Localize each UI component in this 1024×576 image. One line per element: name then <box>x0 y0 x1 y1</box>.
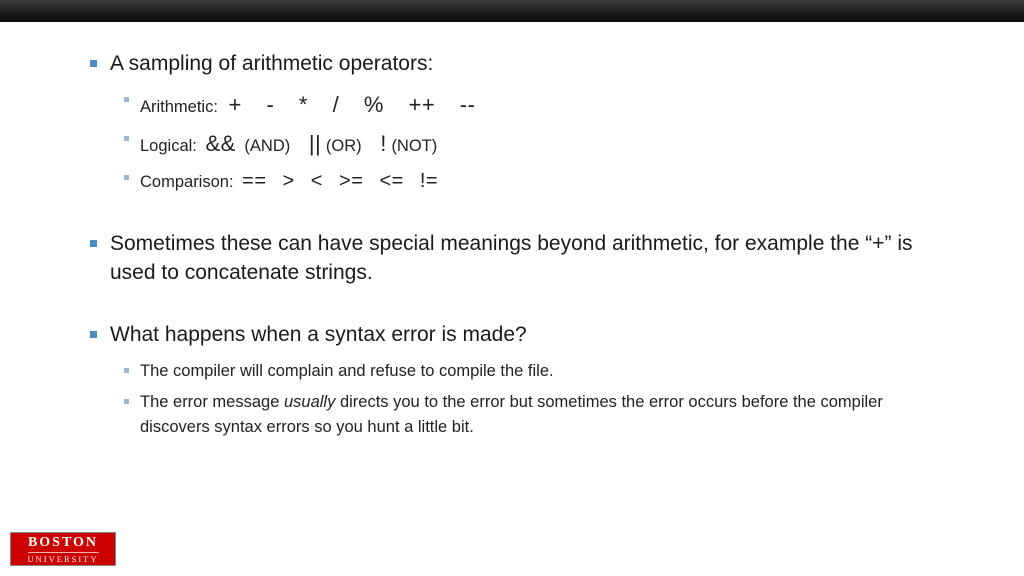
bullet-text: What happens when a syntax error is made… <box>110 323 527 346</box>
sub-logical: Logical: && (AND) || (OR) ! (NOT) <box>110 127 944 160</box>
arith-ops: + - * / % ++ -- <box>229 92 476 117</box>
comp-label: Comparison: <box>140 173 234 191</box>
or-sym: || <box>309 131 321 156</box>
bullet-operators: A sampling of arithmetic operators: Arit… <box>80 50 944 196</box>
or-txt: (OR) <box>326 137 362 155</box>
bullet-text: Sometimes these can have special meaning… <box>110 232 912 283</box>
comp-ops: == > < >= <= != <box>242 170 438 192</box>
main-list: A sampling of arithmetic operators: Arit… <box>80 50 944 440</box>
boston-university-logo: BOSTON UNIVERSITY <box>10 532 116 566</box>
bullet-text: A sampling of arithmetic operators: <box>110 52 433 75</box>
bullet-special-meanings: Sometimes these can have special meaning… <box>80 230 944 287</box>
logic-label: Logical: <box>140 137 197 155</box>
and-txt: (AND) <box>244 137 290 155</box>
sub-list-operators: Arithmetic: + - * / % ++ -- Logical: && … <box>110 88 944 196</box>
sub-text-a: The error message <box>140 393 284 411</box>
sub-comparison: Comparison: == > < >= <= != <box>110 166 944 196</box>
slide-body: A sampling of arithmetic operators: Arit… <box>0 22 1024 440</box>
logo-line2: UNIVERSITY <box>28 552 99 564</box>
bullet-syntax-error: What happens when a syntax error is made… <box>80 321 944 440</box>
title-bar <box>0 0 1024 22</box>
not-txt: (NOT) <box>391 137 437 155</box>
not-sym: ! <box>380 131 387 156</box>
and-sym: && <box>205 131 235 156</box>
logo-line1: BOSTON <box>11 536 115 550</box>
sub-arithmetic: Arithmetic: + - * / % ++ -- <box>110 88 944 121</box>
sub-text-b: usually <box>284 393 335 411</box>
sub-list-syntax: The compiler will complain and refuse to… <box>110 359 944 439</box>
sub-text: The compiler will complain and refuse to… <box>140 362 554 380</box>
sub-error-message: The error message usually directs you to… <box>110 390 944 440</box>
arith-label: Arithmetic: <box>140 98 218 116</box>
sub-compiler-complain: The compiler will complain and refuse to… <box>110 359 944 384</box>
